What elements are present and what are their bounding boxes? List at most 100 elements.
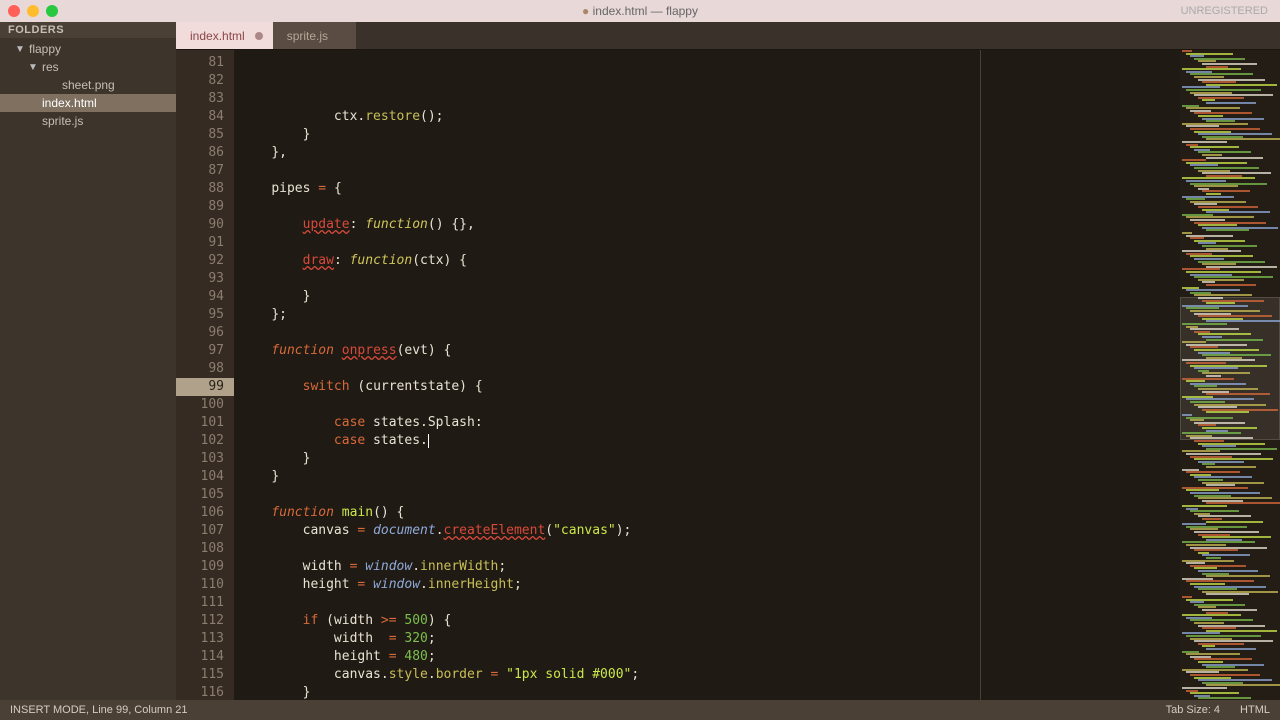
minimize-icon[interactable] (27, 5, 39, 17)
code-line[interactable]: height = 480; (240, 648, 1180, 666)
line-number[interactable]: 106 (176, 504, 224, 522)
code-line[interactable]: ctx.restore(); (240, 108, 1180, 126)
dirty-dot-icon (255, 32, 263, 40)
line-number[interactable]: 89 (176, 198, 224, 216)
line-number[interactable]: 105 (176, 486, 224, 504)
tab-label: index.html (190, 29, 245, 43)
editor-body: 8182838485868788899091929394959697989910… (176, 50, 1280, 700)
line-number[interactable]: 104 (176, 468, 224, 486)
line-number[interactable]: 112 (176, 612, 224, 630)
line-number[interactable]: 102 (176, 432, 224, 450)
line-number[interactable]: 113 (176, 630, 224, 648)
code-line[interactable]: }, (240, 144, 1180, 162)
code-line[interactable] (240, 594, 1180, 612)
sidebar: FOLDERS ▼flappy▼ressheet.pngindex.htmlsp… (0, 22, 176, 700)
line-number[interactable]: 83 (176, 90, 224, 108)
line-number[interactable]: 98 (176, 360, 224, 378)
code-line[interactable]: canvas = document.createElement("canvas"… (240, 522, 1180, 540)
code-line[interactable] (240, 360, 1180, 378)
code-line[interactable]: } (240, 288, 1180, 306)
code-line[interactable]: width = 320; (240, 630, 1180, 648)
file-tab[interactable]: index.html (176, 22, 273, 49)
line-number[interactable]: 99 (176, 378, 234, 396)
code-line[interactable] (240, 540, 1180, 558)
folder-item[interactable]: ▼ flappy (0, 40, 176, 58)
line-number[interactable]: 109 (176, 558, 224, 576)
line-number[interactable]: 90 (176, 216, 224, 234)
line-number[interactable]: 94 (176, 288, 224, 306)
code-line[interactable]: function main() { (240, 504, 1180, 522)
line-number[interactable]: 101 (176, 414, 224, 432)
tree-item-label: flappy (29, 42, 61, 56)
line-number[interactable]: 97 (176, 342, 224, 360)
code-line[interactable]: } (240, 684, 1180, 700)
maximize-icon[interactable] (46, 5, 58, 17)
traffic-lights (8, 5, 58, 17)
code-line[interactable]: height = window.innerHeight; (240, 576, 1180, 594)
line-number[interactable]: 85 (176, 126, 224, 144)
code-line[interactable] (240, 270, 1180, 288)
line-number[interactable]: 92 (176, 252, 224, 270)
code-line[interactable] (240, 396, 1180, 414)
line-number[interactable]: 95 (176, 306, 224, 324)
editor: index.html sprite.js 81828384858687888990… (176, 22, 1280, 700)
line-number[interactable]: 110 (176, 576, 224, 594)
folder-item[interactable]: ▼res (0, 58, 176, 76)
line-number[interactable]: 103 (176, 450, 224, 468)
code-line[interactable] (240, 324, 1180, 342)
line-number[interactable]: 93 (176, 270, 224, 288)
code-line[interactable]: function onpress(evt) { (240, 342, 1180, 360)
file-item[interactable]: sprite.js (0, 112, 176, 130)
code-line[interactable]: } (240, 468, 1180, 486)
code-line[interactable]: draw: function(ctx) { (240, 252, 1180, 270)
tree-item-label: res (42, 60, 59, 74)
code-line[interactable]: } (240, 126, 1180, 144)
code-line[interactable]: update: function() {}, (240, 216, 1180, 234)
title-text: index.html — flappy (593, 4, 698, 18)
line-number[interactable]: 87 (176, 162, 224, 180)
code-line[interactable]: canvas.style.border = "1px solid #000"; (240, 666, 1180, 684)
status-tabsize[interactable]: Tab Size: 4 (1166, 704, 1220, 716)
tree-item-label: index.html (42, 96, 97, 110)
line-number[interactable]: 82 (176, 72, 224, 90)
code-line[interactable]: case states. (240, 432, 1180, 450)
line-number[interactable]: 88 (176, 180, 224, 198)
code-line[interactable] (240, 486, 1180, 504)
line-number[interactable]: 114 (176, 648, 224, 666)
line-number[interactable]: 100 (176, 396, 224, 414)
code-area[interactable]: ctx.restore(); } }, pipes = { update: fu… (234, 50, 1180, 700)
code-line[interactable] (240, 198, 1180, 216)
status-syntax[interactable]: HTML (1240, 704, 1270, 716)
code-line[interactable]: }; (240, 306, 1180, 324)
line-number[interactable]: 111 (176, 594, 224, 612)
main-row: FOLDERS ▼flappy▼ressheet.pngindex.htmlsp… (0, 22, 1280, 700)
line-number[interactable]: 107 (176, 522, 224, 540)
code-line[interactable] (240, 162, 1180, 180)
code-line[interactable]: } (240, 450, 1180, 468)
file-item[interactable]: index.html (0, 94, 176, 112)
code-line[interactable]: switch (currentstate) { (240, 378, 1180, 396)
line-number[interactable]: 108 (176, 540, 224, 558)
close-icon[interactable] (8, 5, 20, 17)
tree-item-label: sheet.png (62, 78, 115, 92)
code-line[interactable] (240, 234, 1180, 252)
line-number[interactable]: 115 (176, 666, 224, 684)
file-tab[interactable]: sprite.js (273, 22, 356, 49)
column-ruler (980, 50, 981, 700)
code-line[interactable]: width = window.innerWidth; (240, 558, 1180, 576)
chevron-down-icon: ▼ (15, 44, 25, 55)
line-number[interactable]: 84 (176, 108, 224, 126)
dirty-dot-icon: ● (582, 4, 589, 18)
tab-bar: index.html sprite.js (176, 22, 1280, 50)
minimap[interactable] (1180, 50, 1280, 700)
status-mode[interactable]: INSERT MODE, Line 99, Column 21 (10, 704, 188, 716)
code-line[interactable]: pipes = { (240, 180, 1180, 198)
line-number[interactable]: 81 (176, 54, 224, 72)
file-item[interactable]: sheet.png (0, 76, 176, 94)
line-number[interactable]: 91 (176, 234, 224, 252)
line-number[interactable]: 116 (176, 684, 224, 702)
code-line[interactable]: case states.Splash: (240, 414, 1180, 432)
code-line[interactable]: if (width >= 500) { (240, 612, 1180, 630)
line-number[interactable]: 86 (176, 144, 224, 162)
line-number[interactable]: 96 (176, 324, 224, 342)
